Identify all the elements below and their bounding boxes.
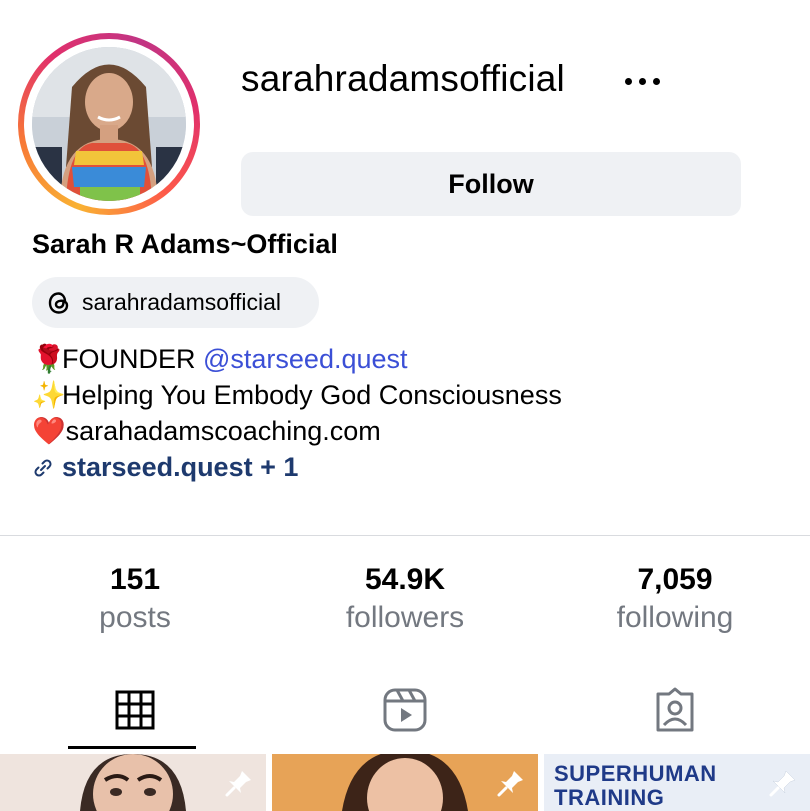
tab-reels[interactable]	[270, 680, 540, 740]
more-options-button[interactable]	[614, 64, 670, 98]
tab-grid[interactable]	[0, 680, 270, 740]
dot	[624, 77, 632, 85]
bio-line: ❤️sarahadamscoaching.com	[32, 413, 562, 449]
dot	[638, 77, 646, 85]
bio: 🌹FOUNDER @starseed.quest ✨Helping You Em…	[32, 341, 562, 485]
bio-text: FOUNDER	[62, 344, 203, 374]
pin-icon	[225, 771, 251, 797]
grid-icon	[115, 690, 155, 730]
posts-label: posts	[99, 601, 171, 634]
threads-handle: sarahradamsofficial	[82, 289, 282, 315]
following-count: 7,059	[637, 563, 713, 596]
bio-line: ✨Helping You Embody God Consciousness	[32, 377, 562, 413]
followers-label: followers	[345, 601, 465, 634]
profile-full-name: Sarah R Adams~Official	[32, 229, 338, 259]
story-ring[interactable]	[18, 33, 200, 215]
tab-tagged[interactable]	[540, 680, 810, 740]
threads-icon	[48, 291, 69, 314]
post-text-line: SUPERHUMAN	[554, 761, 717, 786]
link-icon	[32, 449, 62, 485]
post-tile[interactable]	[272, 754, 538, 811]
post-tile[interactable]: SUPERHUMAN TRAINING	[544, 754, 810, 811]
post-text-line: TRAINING	[554, 785, 665, 810]
pin-icon	[497, 771, 523, 797]
post-overlay-text: SUPERHUMAN TRAINING	[554, 762, 717, 810]
active-tab-indicator	[68, 746, 196, 749]
external-link[interactable]: starseed.quest + 1	[32, 449, 562, 485]
rose-emoji: 🌹	[32, 344, 66, 374]
followers-stat[interactable]: 54.9K followers	[270, 562, 540, 638]
sparkles-emoji: ✨	[32, 380, 66, 410]
link-text: starseed.quest + 1	[62, 452, 299, 482]
post-grid: SUPERHUMAN TRAINING	[0, 754, 810, 811]
heart-emoji: ❤️	[32, 416, 66, 446]
follow-button[interactable]: Follow	[241, 152, 741, 216]
bio-text: sarahadamscoaching.com	[65, 416, 381, 446]
post-tile[interactable]	[0, 754, 266, 811]
bio-line: 🌹FOUNDER @starseed.quest	[32, 341, 562, 377]
pin-icon	[769, 770, 796, 797]
following-stat[interactable]: 7,059 following	[540, 562, 810, 638]
avatar-photo	[32, 47, 186, 201]
tagged-icon	[656, 687, 694, 732]
posts-stat: 151 posts	[0, 562, 270, 638]
profile-username: sarahradamsofficial	[241, 58, 565, 99]
divider	[0, 535, 810, 536]
threads-badge[interactable]: sarahradamsofficial	[32, 277, 319, 328]
mention-link[interactable]: @starseed.quest	[203, 344, 408, 374]
reels-icon	[383, 688, 427, 732]
dot	[652, 77, 660, 85]
following-label: following	[616, 601, 734, 634]
bio-text: Helping You Embody God Consciousness	[62, 380, 562, 410]
followers-count: 54.9K	[364, 563, 446, 596]
posts-count: 151	[109, 563, 161, 596]
avatar[interactable]	[32, 47, 186, 201]
